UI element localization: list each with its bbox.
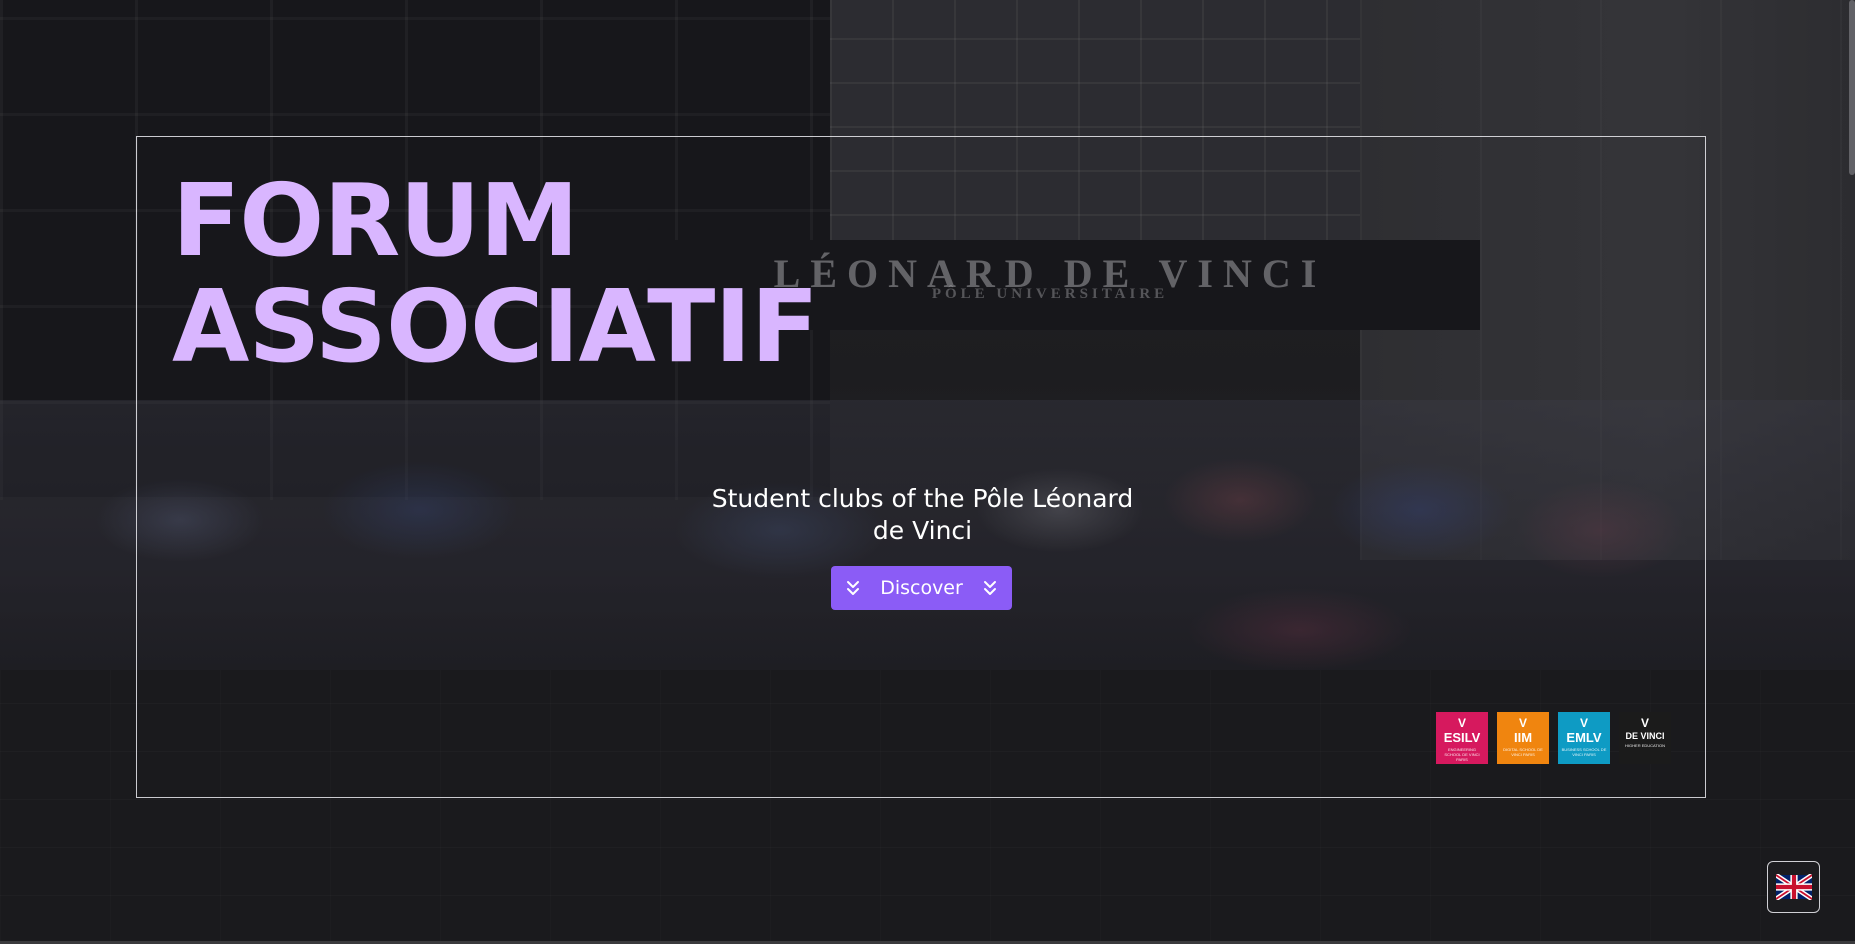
devinci-v-icon: V: [1518, 716, 1527, 730]
discover-label: Discover: [880, 577, 963, 599]
logo-iim[interactable]: V IIM DIGITAL SCHOOL DE VINCI PARIS: [1497, 712, 1549, 764]
page-title: FORUM ASSOCIATIF: [172, 162, 819, 385]
devinci-v-icon: V: [1640, 716, 1649, 730]
chevron-double-down-icon: [847, 581, 860, 595]
uk-flag-icon: [1775, 874, 1812, 900]
logo-devinci[interactable]: V DE VINCI HIGHER EDUCATION: [1619, 712, 1671, 764]
scrollbar-thumb[interactable]: [1849, 0, 1855, 175]
devinci-v-icon: V: [1457, 716, 1466, 730]
school-logos: V ESILV ENGINEERING SCHOOL DE VINCI PARI…: [1436, 712, 1671, 764]
logo-esilv[interactable]: V ESILV ENGINEERING SCHOOL DE VINCI PARI…: [1436, 712, 1488, 764]
language-switch-button[interactable]: [1767, 861, 1820, 913]
discover-button[interactable]: Discover: [831, 566, 1012, 610]
chevron-double-down-icon: [983, 581, 996, 595]
title-line-2: ASSOCIATIF: [172, 268, 819, 385]
hero-tagline: Student clubs of the Pôle Léonard de Vin…: [711, 484, 1134, 545]
logo-emlv[interactable]: V EMLV BUSINESS SCHOOL DE VINCI PARIS: [1558, 712, 1610, 764]
title-line-1: FORUM: [172, 162, 579, 279]
devinci-v-icon: V: [1579, 716, 1588, 730]
